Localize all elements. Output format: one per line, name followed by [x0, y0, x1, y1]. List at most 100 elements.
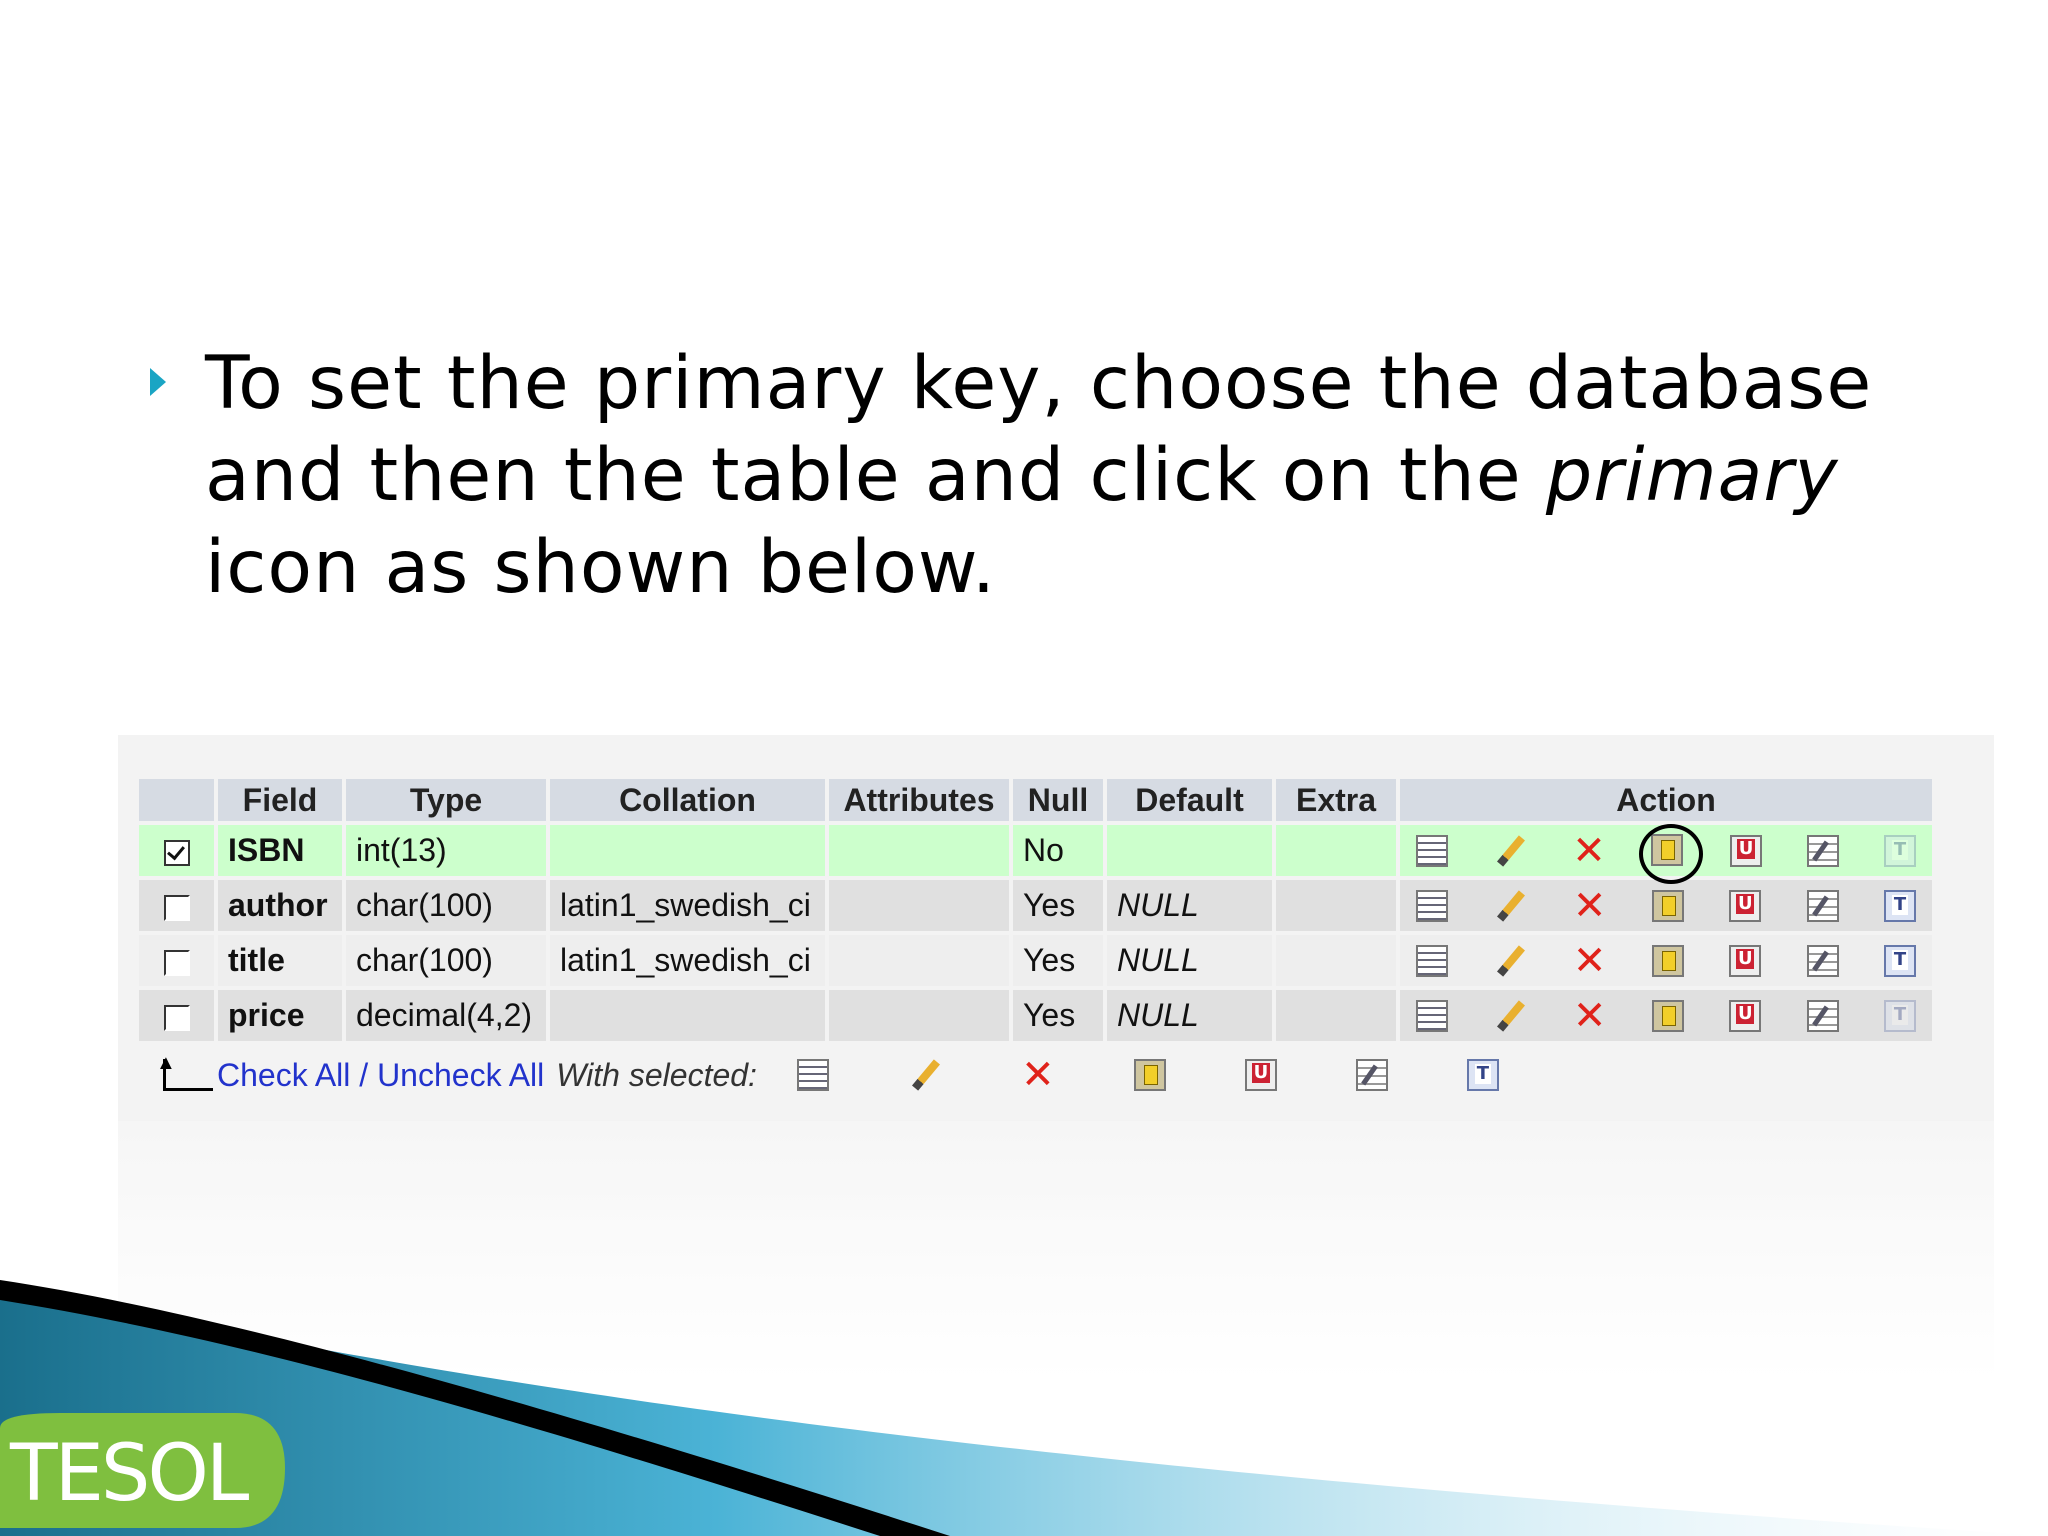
field-attributes: [829, 935, 1009, 986]
phpmyadmin-screenshot: Field Type Collation Attributes Null Def…: [118, 735, 1994, 1121]
drop-icon[interactable]: ✕: [1572, 831, 1606, 871]
edit-icon[interactable]: [1493, 944, 1527, 978]
field-default: NULL: [1107, 935, 1272, 986]
browse-icon[interactable]: [1416, 999, 1448, 1032]
primary-icon[interactable]: [1651, 889, 1684, 922]
index-icon[interactable]: [1355, 1059, 1388, 1091]
bullet-line-2: and then the table and click on the prim…: [205, 430, 1925, 522]
row-checkbox[interactable]: [163, 1004, 190, 1031]
select-arrow-icon: ▲: [153, 1053, 217, 1095]
header-collation[interactable]: Collation: [550, 779, 825, 821]
fulltext-icon[interactable]: [1883, 944, 1916, 977]
index-icon[interactable]: [1806, 889, 1839, 922]
uncheck-all-link[interactable]: Uncheck All: [377, 1057, 544, 1094]
svg-text:TESOL: TESOL: [9, 1429, 250, 1519]
structure-table: Field Type Collation Attributes Null Def…: [135, 775, 1936, 1045]
table-row: price decimal(4,2) Yes NULL ✕: [139, 990, 1932, 1041]
edit-icon[interactable]: [908, 1058, 942, 1092]
decorative-swoosh: [0, 1280, 2048, 1536]
row-checkbox[interactable]: [163, 894, 190, 921]
field-name: title: [218, 935, 342, 986]
row-checkbox[interactable]: [163, 949, 190, 976]
field-type: int(13): [346, 825, 546, 876]
field-name: ISBN: [218, 825, 342, 876]
field-attributes: [829, 990, 1009, 1041]
field-extra: [1276, 825, 1396, 876]
check-all-link[interactable]: Check All: [217, 1057, 350, 1094]
fulltext-icon[interactable]: [1466, 1059, 1499, 1091]
link-separator: /: [350, 1056, 378, 1093]
bullet-line-2-text: and then the table and click on the: [205, 433, 1546, 518]
row-checkbox[interactable]: [163, 839, 190, 866]
action-cell: ✕: [1400, 880, 1932, 931]
primary-icon[interactable]: [1133, 1059, 1166, 1091]
highlight-circle: [1639, 823, 1703, 884]
field-type: decimal(4,2): [346, 990, 546, 1041]
table-row: ISBN int(13) No ✕: [139, 823, 1932, 884]
action-cell: ✕: [1400, 823, 1932, 884]
header-default[interactable]: Default: [1107, 779, 1272, 821]
header-attributes[interactable]: Attributes: [829, 779, 1009, 821]
field-type: char(100): [346, 880, 546, 931]
drop-icon[interactable]: ✕: [1573, 941, 1607, 981]
row-checkbox-cell: [139, 990, 214, 1041]
index-icon[interactable]: [1807, 834, 1839, 867]
bulk-action-icons: ✕: [796, 1055, 1499, 1095]
unique-icon[interactable]: [1729, 944, 1762, 977]
header-field[interactable]: Field: [218, 779, 342, 821]
edit-icon[interactable]: [1493, 999, 1527, 1033]
field-extra: [1276, 880, 1396, 931]
edit-icon[interactable]: [1493, 889, 1527, 923]
bullet-text: To set the primary key, choose the datab…: [205, 338, 1925, 614]
field-collation: [550, 990, 825, 1041]
bullet-arrow-icon: [150, 368, 166, 396]
field-collation: latin1_swedish_ci: [550, 935, 825, 986]
drop-icon[interactable]: ✕: [1573, 996, 1607, 1036]
action-cell: ✕: [1400, 990, 1932, 1041]
field-collation: [550, 825, 825, 876]
drop-icon[interactable]: ✕: [1021, 1055, 1055, 1095]
bullet-line-1: To set the primary key, choose the datab…: [205, 341, 1873, 426]
header-action: Action: [1400, 779, 1932, 821]
edit-icon[interactable]: [1493, 834, 1527, 868]
browse-icon[interactable]: [796, 1059, 829, 1091]
unique-icon[interactable]: [1244, 1059, 1277, 1091]
primary-icon[interactable]: [1651, 944, 1684, 977]
bullet-emphasis: primary: [1545, 433, 1839, 518]
bullet-line-3: icon as shown below.: [205, 525, 997, 610]
header-type[interactable]: Type: [346, 779, 546, 821]
table-row: author char(100) latin1_swedish_ci Yes N…: [139, 880, 1932, 931]
field-extra: [1276, 935, 1396, 986]
row-checkbox-cell: [139, 880, 214, 931]
field-null: Yes: [1013, 935, 1103, 986]
drop-icon[interactable]: ✕: [1573, 886, 1607, 926]
unique-icon[interactable]: [1730, 834, 1762, 867]
field-null: No: [1013, 825, 1103, 876]
index-icon[interactable]: [1806, 999, 1839, 1032]
header-null[interactable]: Null: [1013, 779, 1103, 821]
field-extra: [1276, 990, 1396, 1041]
field-attributes: [829, 825, 1009, 876]
field-null: Yes: [1013, 880, 1103, 931]
browse-icon[interactable]: [1416, 889, 1448, 922]
header-extra[interactable]: Extra: [1276, 779, 1396, 821]
fulltext-icon[interactable]: [1883, 889, 1916, 922]
field-collation: latin1_swedish_ci: [550, 880, 825, 931]
header-checkbox: [139, 779, 214, 821]
browse-icon[interactable]: [1416, 834, 1448, 867]
with-selected-label: With selected:: [556, 1056, 757, 1093]
field-default: [1107, 825, 1272, 876]
field-type: char(100): [346, 935, 546, 986]
field-null: Yes: [1013, 990, 1103, 1041]
unique-icon[interactable]: [1729, 999, 1762, 1032]
browse-icon[interactable]: [1416, 944, 1448, 977]
row-checkbox-cell: [139, 825, 214, 876]
action-cell: ✕: [1400, 935, 1932, 986]
unique-icon[interactable]: [1729, 889, 1762, 922]
table-row: title char(100) latin1_swedish_ci Yes NU…: [139, 935, 1932, 986]
index-icon[interactable]: [1806, 944, 1839, 977]
primary-icon[interactable]: [1651, 999, 1684, 1032]
field-name: author: [218, 880, 342, 931]
field-attributes: [829, 880, 1009, 931]
field-name: price: [218, 990, 342, 1041]
